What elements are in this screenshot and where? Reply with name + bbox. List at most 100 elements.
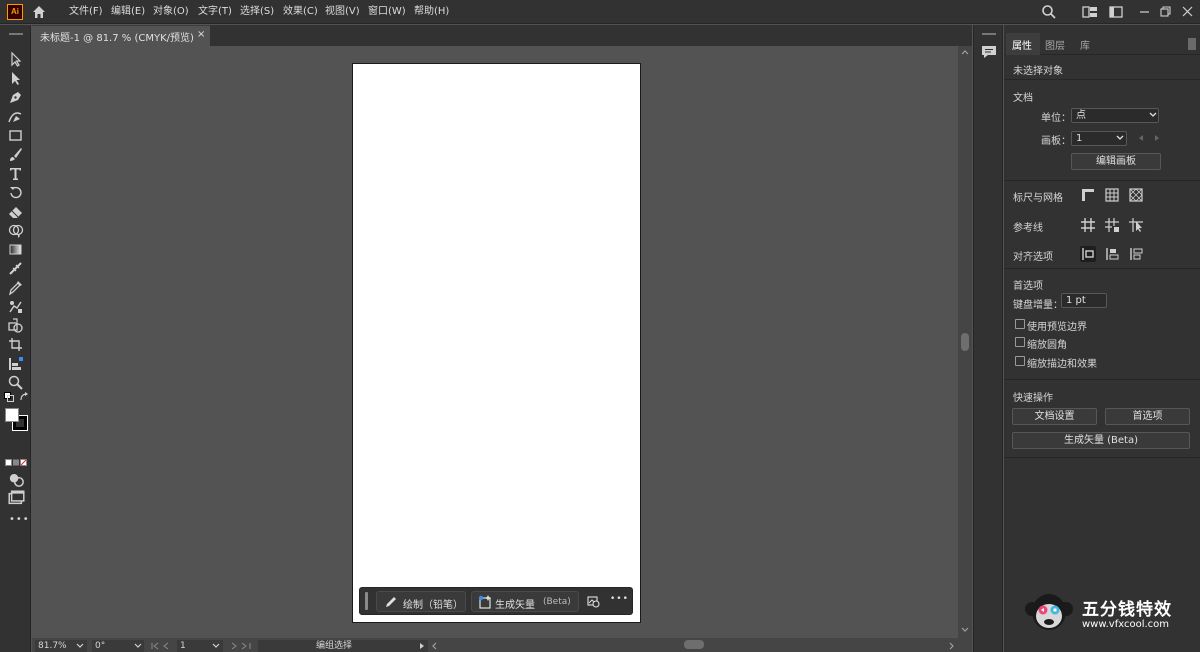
next-last-artboard-buttons[interactable] [228, 641, 252, 651]
menu-edit[interactable]: 编辑(E) [111, 4, 145, 20]
menu-window[interactable]: 窗口(W) [368, 4, 406, 20]
menu-type[interactable]: 文字(T) [198, 4, 232, 20]
artboard-dropdown-icon[interactable] [212, 642, 220, 650]
blend-tool-icon[interactable] [7, 298, 24, 315]
selection-tool-icon[interactable] [7, 51, 24, 68]
draw-pencil-button[interactable]: 绘制（铅笔） [376, 591, 466, 612]
edit-artboards-button[interactable]: 编辑画板 [1071, 153, 1161, 170]
artboard[interactable] [352, 63, 641, 623]
rulers-icon[interactable] [1080, 187, 1096, 203]
align-selection-icon[interactable] [1128, 246, 1144, 262]
align-key-object-icon[interactable] [1104, 246, 1120, 262]
menu-select[interactable]: 选择(S) [240, 4, 274, 20]
next-artboard-icon[interactable] [1153, 134, 1161, 142]
rail-grip[interactable] [982, 33, 996, 35]
status-menu-arrow[interactable] [418, 642, 426, 650]
image-options-icon[interactable] [587, 595, 600, 608]
preferences-button[interactable]: 首选项 [1105, 408, 1190, 425]
lock-guides-icon[interactable] [1104, 217, 1120, 233]
scroll-right-arrow[interactable] [948, 642, 956, 650]
graph-tool-icon[interactable] [7, 355, 24, 372]
draw-pencil-label: 绘制（铅笔） [403, 600, 463, 611]
horizontal-scroll-thumb[interactable] [684, 640, 704, 649]
app-logo: Ai [7, 4, 23, 20]
gradient-tool-icon[interactable] [7, 241, 24, 258]
tab-layers[interactable]: 图层 [1045, 37, 1065, 52]
grid-icon[interactable] [1104, 187, 1120, 203]
document-tab[interactable]: 未标题-1 @ 81.7 % (CMYK/预览) × [32, 25, 210, 46]
align-to-pixel-icon[interactable] [1080, 246, 1096, 262]
rectangle-tool-icon[interactable] [7, 127, 24, 144]
monkey-logo-icon [1024, 591, 1074, 633]
units-chevron-down-icon [1149, 111, 1157, 119]
restore-icon[interactable] [1158, 4, 1174, 20]
generate-vector-beta-button[interactable]: 生成矢量 (Beta) [1012, 432, 1190, 449]
type-tool-icon[interactable] [7, 165, 24, 182]
home-icon[interactable] [31, 4, 47, 20]
color-mode-buttons[interactable] [5, 459, 27, 467]
comments-icon[interactable] [980, 43, 998, 61]
artboard-tool-icon[interactable] [7, 336, 24, 353]
properties-panel: 属性 图层 库 未选择对象 文档 单位： 点 画板： 1 编辑画板 标尺与网格 … [1004, 25, 1200, 652]
scale-corners-checkbox[interactable] [1015, 337, 1025, 347]
vertical-scrollbar[interactable] [958, 46, 972, 638]
zoom-dropdown-icon[interactable] [76, 642, 84, 650]
vertical-scroll-thumb[interactable] [961, 333, 969, 351]
workspace-icon[interactable] [1082, 4, 1098, 20]
task-bar-more-button[interactable]: ••• [610, 594, 629, 604]
close-icon[interactable] [1180, 4, 1196, 20]
draw-mode-icon[interactable] [8, 471, 24, 487]
transparency-grid-icon[interactable] [1128, 187, 1144, 203]
guides-label: 参考线 [1013, 223, 1043, 234]
units-value: 点 [1076, 110, 1086, 121]
symbol-sprayer-tool-icon[interactable] [7, 317, 24, 334]
no-selection-label: 未选择对象 [1013, 66, 1063, 77]
units-select[interactable]: 点 [1071, 108, 1159, 123]
keyboard-increment-input[interactable]: 1 pt [1061, 293, 1107, 308]
rotation-dropdown-icon[interactable] [134, 642, 142, 650]
menu-effect[interactable]: 效果(C) [283, 4, 318, 20]
task-bar-grip[interactable] [365, 592, 368, 610]
arrange-documents-icon[interactable] [1108, 4, 1124, 20]
document-setup-button[interactable]: 文档设置 [1012, 408, 1097, 425]
shape-builder-tool-icon[interactable] [7, 222, 24, 239]
menu-file[interactable]: 文件(F) [69, 4, 103, 20]
eraser-tool-icon[interactable] [7, 203, 24, 220]
minimize-icon[interactable] [1137, 4, 1153, 20]
direct-selection-tool-icon[interactable] [7, 70, 24, 87]
scale-strokes-effects-checkbox[interactable] [1015, 356, 1025, 366]
scroll-up-arrow[interactable] [961, 48, 969, 56]
scroll-left-arrow[interactable] [430, 642, 438, 650]
divider [1004, 268, 1200, 269]
pen-tool-icon[interactable] [7, 89, 24, 106]
scroll-down-arrow[interactable] [961, 626, 969, 634]
rotate-tool-icon[interactable] [7, 184, 24, 201]
menu-view[interactable]: 视图(V) [325, 4, 360, 20]
tab-libraries[interactable]: 库 [1080, 37, 1090, 52]
document-tab-close-button[interactable]: × [197, 29, 205, 40]
paintbrush-tool-icon[interactable] [7, 146, 24, 163]
eyedropper-tool-icon[interactable] [7, 279, 24, 296]
default-fill-stroke-icon[interactable] [4, 392, 14, 402]
artboard-chevron-down-icon [1116, 134, 1124, 142]
search-icon[interactable] [1041, 4, 1057, 20]
edit-toolbar-icon[interactable]: ••• [9, 514, 30, 525]
curvature-tool-icon[interactable] [7, 108, 24, 125]
smart-guides-icon[interactable] [1128, 217, 1144, 233]
use-preview-bounds-checkbox[interactable] [1015, 319, 1025, 329]
generate-vector-button[interactable]: 生成矢量 (Beta) [471, 591, 579, 612]
screen-mode-icon[interactable] [8, 490, 25, 505]
toolbar-grip[interactable] [9, 33, 23, 35]
mesh-tool-icon[interactable] [7, 260, 24, 277]
show-guides-icon[interactable] [1080, 217, 1096, 233]
zoom-tool-icon[interactable] [7, 374, 24, 391]
fill-stroke-swatch[interactable] [4, 407, 28, 431]
panel-collapse-button[interactable] [1188, 38, 1196, 50]
tab-properties[interactable]: 属性 [1012, 37, 1032, 52]
swap-fill-stroke-icon[interactable] [19, 392, 29, 402]
canvas-area[interactable] [32, 46, 958, 638]
first-prev-artboard-buttons[interactable] [150, 641, 174, 651]
menu-object[interactable]: 对象(O) [153, 4, 189, 20]
menu-help[interactable]: 帮助(H) [414, 4, 449, 20]
previous-artboard-icon[interactable] [1137, 134, 1145, 142]
